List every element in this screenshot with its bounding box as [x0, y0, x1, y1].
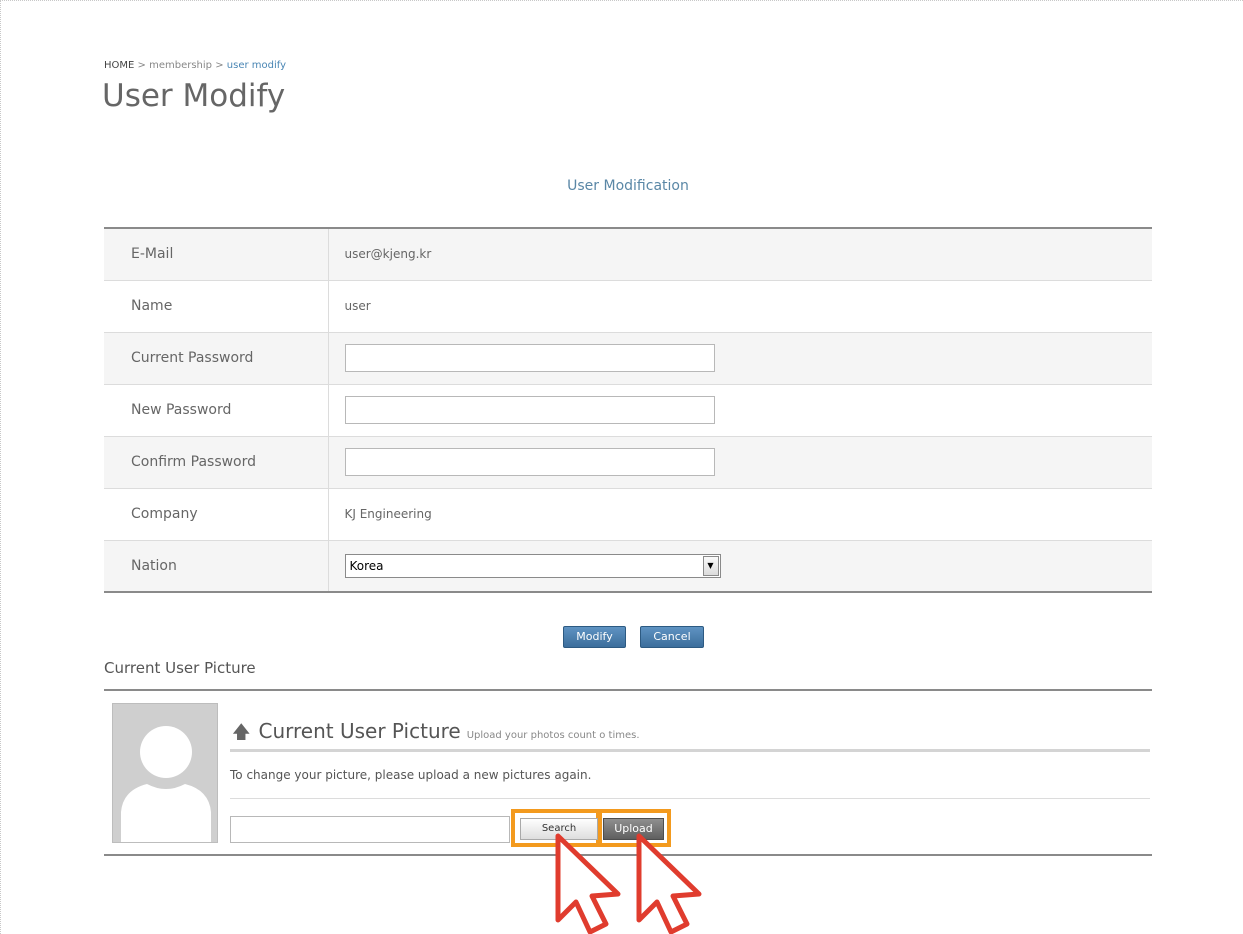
- confirm-password-row: Confirm Password: [104, 436, 1152, 488]
- upload-description: To change your picture, please upload a …: [230, 768, 592, 782]
- current-password-input[interactable]: [344, 344, 715, 372]
- upload-title-text: Current User Picture: [258, 719, 461, 743]
- email-label: E-Mail: [104, 228, 329, 280]
- confirm-password-input[interactable]: [344, 448, 715, 476]
- pointer-cursor-icon: [555, 833, 621, 934]
- nation-row: Nation Korea ▼: [104, 540, 1152, 592]
- breadcrumb-separator: >: [212, 60, 227, 71]
- breadcrumb: HOME > membership > user modify: [104, 60, 286, 71]
- name-row: Name user: [104, 280, 1152, 332]
- file-path-input[interactable]: [230, 816, 510, 843]
- name-label: Name: [104, 280, 329, 332]
- cancel-button[interactable]: Cancel: [640, 626, 704, 648]
- breadcrumb-membership[interactable]: membership: [149, 60, 212, 71]
- current-picture-heading: Current User Picture: [104, 659, 256, 677]
- divider: [230, 798, 1150, 799]
- new-password-label: New Password: [104, 384, 329, 436]
- page-title: User Modify: [102, 78, 286, 114]
- email-value: user@kjeng.kr: [344, 247, 432, 262]
- default-avatar-icon: [112, 703, 218, 843]
- nation-label: Nation: [104, 540, 329, 592]
- company-value: KJ Engineering: [344, 507, 432, 521]
- new-password-input[interactable]: [344, 396, 715, 424]
- section-title: User Modification: [567, 178, 689, 194]
- name-value: user: [344, 299, 371, 313]
- pointer-cursor-icon: [636, 833, 702, 934]
- company-label: Company: [104, 488, 329, 540]
- upload-title: 🡅 Current User Picture Upload your photos …: [232, 719, 640, 750]
- chevron-down-icon[interactable]: ▼: [702, 555, 719, 576]
- divider: [230, 749, 1150, 752]
- user-form-table: E-Mail user@kjeng.kr Name user Current P…: [104, 227, 1152, 593]
- email-row: E-Mail user@kjeng.kr: [104, 228, 1152, 280]
- upload-subtitle: Upload your photos count o times.: [466, 730, 640, 741]
- current-password-row: Current Password: [104, 332, 1152, 384]
- current-password-label: Current Password: [104, 332, 329, 384]
- breadcrumb-current[interactable]: user modify: [227, 60, 286, 71]
- breadcrumb-home[interactable]: HOME: [104, 60, 134, 71]
- modify-button[interactable]: Modify: [563, 626, 626, 648]
- new-password-row: New Password: [104, 384, 1152, 436]
- upload-arrow-icon: 🡅: [232, 722, 251, 743]
- confirm-password-label: Confirm Password: [104, 436, 329, 488]
- breadcrumb-separator: >: [134, 60, 150, 71]
- company-row: Company KJ Engineering: [104, 488, 1152, 540]
- nation-select[interactable]: Korea ▼: [344, 553, 721, 578]
- nation-selected-value: Korea: [349, 558, 384, 573]
